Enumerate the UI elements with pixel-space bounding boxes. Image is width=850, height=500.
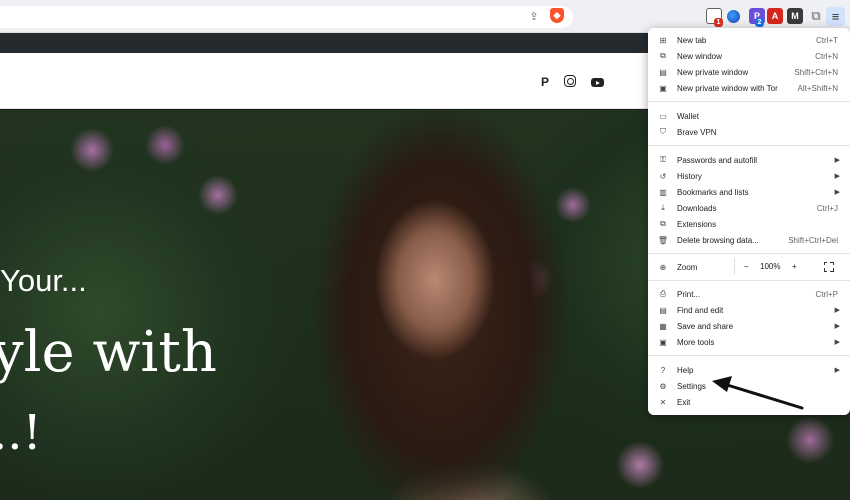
hero-heading-line1: Your... [0,263,87,298]
chevron-right-icon: ▶ [834,173,840,180]
download-icon: ⤓ [661,203,665,212]
address-bar[interactable] [0,6,573,28]
key-icon: ⚿ [659,155,667,164]
menu-item-delete-browsing-data[interactable]: 🗑 Delete browsing data... Shift+Ctrl+Del [648,232,850,248]
instagram-icon[interactable] [564,75,576,87]
menu-item-brave-vpn[interactable]: ⛉ Brave VPN [648,124,850,140]
menu-item-new-private-tor[interactable]: ▣ New private window with Tor Alt+Shift+… [648,80,850,96]
menu-separator [648,145,850,146]
share-icon[interactable]: ⇪ [526,8,542,24]
history-icon: ↺ [659,171,667,181]
zoom-icon: ⊕ [659,262,667,272]
new-tab-icon: ⊞ [659,35,667,45]
new-window-icon: ⧉ [660,51,666,60]
menu-separator [648,101,850,102]
chevron-right-icon: ▶ [834,307,840,314]
ext-m-icon[interactable]: M [787,8,803,24]
menu-item-new-window[interactable]: ⧉ New window Ctrl+N [648,48,850,64]
chevron-right-icon: ▶ [834,157,840,164]
hero-heading-line3: ..! [0,405,42,461]
youtube-icon[interactable] [591,78,604,87]
ext-globe-icon[interactable] [727,10,740,23]
help-icon: ? [660,365,666,375]
menu-item-find-edit[interactable]: ▤ Find and edit ▶ [648,302,850,318]
close-icon: ✕ [659,397,667,407]
browser-main-menu: ⊞ New tab Ctrl+T ⧉ New window Ctrl+N ▤ N… [648,28,850,415]
menu-item-new-private-window[interactable]: ▤ New private window Shift+Ctrl+N [648,64,850,80]
extension-badge: 1 [714,18,723,27]
menu-item-new-tab[interactable]: ⊞ New tab Ctrl+T [648,32,850,48]
menu-item-extensions[interactable]: ⧉ Extensions [648,216,850,232]
extension-badge: 2 [755,18,764,27]
menu-item-bookmarks[interactable]: ▥ Bookmarks and lists ▶ [648,184,850,200]
private-window-icon: ▤ [659,67,667,77]
find-icon: ▤ [659,305,667,315]
chevron-right-icon: ▶ [834,339,840,346]
menu-separator [648,355,850,356]
menu-separator [648,253,850,254]
menu-item-save-share[interactable]: ▦ Save and share ▶ [648,318,850,334]
menu-item-downloads[interactable]: ⤓ Downloads Ctrl+J [648,200,850,216]
zoom-out-button[interactable]: − [744,262,749,271]
chevron-right-icon: ▶ [834,367,840,374]
menu-item-print[interactable]: ⎙ Print... Ctrl+P [648,286,850,302]
trash-icon: 🗑 [657,235,669,245]
zoom-divider [734,258,735,275]
menu-item-zoom: ⊕ Zoom [659,262,698,272]
brave-shield-icon[interactable]: ◆ [550,8,564,23]
menu-item-passwords[interactable]: ⚿ Passwords and autofill ▶ [648,152,850,168]
menu-item-more-tools[interactable]: ▣ More tools ▶ [648,334,850,350]
menu-separator [648,280,850,281]
menu-item-history[interactable]: ↺ History ▶ [648,168,850,184]
hero-heading-line2: yle with [0,320,217,385]
puzzle-icon: ⧉ [660,219,666,228]
printer-icon: ⎙ [659,289,667,298]
chevron-right-icon: ▶ [834,323,840,330]
ext-pdf-icon[interactable]: A [767,8,783,24]
tor-window-icon: ▣ [659,83,667,93]
chevron-right-icon: ▶ [834,189,840,196]
zoom-in-button[interactable]: + [792,262,797,271]
puzzle-icon[interactable]: ⧉ [808,8,824,24]
hamburger-menu-icon[interactable]: ≡ [826,7,845,26]
tools-icon: ▣ [659,337,667,347]
vpn-shield-icon: ⛉ [660,127,666,136]
menu-item-wallet[interactable]: ▭ Wallet [648,108,850,124]
wallet-icon: ▭ [659,111,667,121]
bookmarks-icon: ▥ [659,187,667,197]
save-icon: ▦ [659,321,667,331]
zoom-level: 100% [760,262,781,271]
gear-icon: ⚙ [659,381,667,391]
fullscreen-icon[interactable] [823,261,834,272]
annotation-arrow-icon [712,376,804,410]
pinterest-icon[interactable]: P [538,75,552,89]
